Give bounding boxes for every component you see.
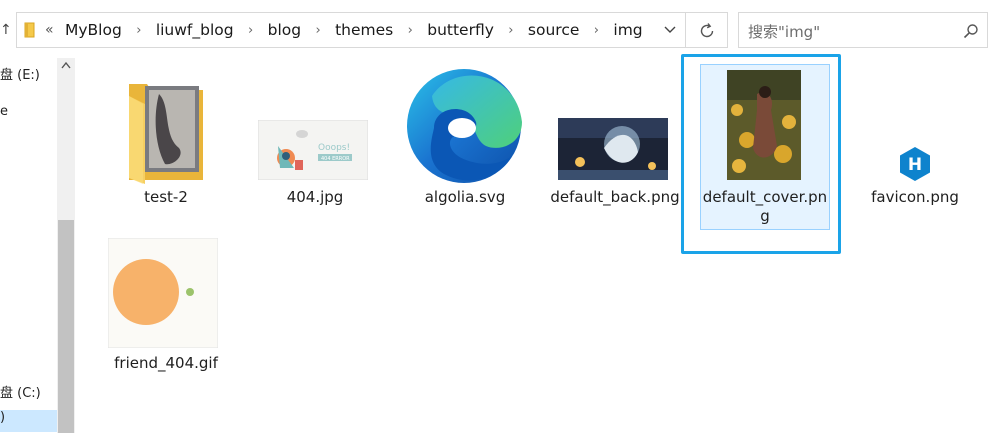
file-explorer-window: ↑ « MyBlog › liuwf_blog › blog › themes … bbox=[0, 0, 988, 433]
hexo-logo-icon: H bbox=[900, 147, 930, 181]
refresh-button[interactable] bbox=[686, 12, 728, 48]
file-name: default_back.png bbox=[550, 188, 680, 206]
folder-icon bbox=[129, 84, 203, 184]
file-item-gif[interactable]: friend_404.gif bbox=[101, 236, 231, 386]
hexo-letter: H bbox=[908, 155, 922, 175]
search-input[interactable]: 搜索"img" bbox=[748, 21, 820, 42]
folder-icon bbox=[24, 22, 35, 38]
breadcrumb-item-current[interactable]: img bbox=[613, 21, 642, 39]
address-bar[interactable]: « MyBlog › liuwf_blog › blog › themes › … bbox=[16, 12, 686, 48]
image-thumbnail-icon: Ooops! 404 ERROR bbox=[258, 120, 368, 180]
breadcrumb: MyBlog › liuwf_blog › blog › themes › bu… bbox=[65, 13, 643, 47]
overflow-chevron[interactable]: « bbox=[45, 20, 54, 40]
search-icon[interactable] bbox=[963, 23, 979, 39]
file-name: algolia.svg bbox=[424, 188, 506, 206]
breadcrumb-separator[interactable]: › bbox=[494, 23, 528, 38]
nav-item-drive-c[interactable]: 盘 (C:) bbox=[0, 382, 41, 401]
file-item-image[interactable]: default_back.png bbox=[550, 58, 680, 228]
navigation-pane: 盘 (E:) e 盘 (C:) ) bbox=[0, 58, 57, 433]
file-list: test-2 Ooops! 404 ERROR 404.jpg algolia.… bbox=[76, 54, 988, 433]
nav-scrollbar[interactable] bbox=[57, 58, 75, 433]
nav-item-drive-e[interactable]: 盘 (E:) bbox=[0, 64, 40, 83]
breadcrumb-separator[interactable]: › bbox=[393, 23, 427, 38]
breadcrumb-item[interactable]: butterfly bbox=[427, 21, 494, 39]
nav-item-truncated[interactable]: e bbox=[0, 104, 8, 119]
file-name: 404.jpg bbox=[286, 188, 344, 206]
breadcrumb-separator[interactable]: › bbox=[122, 23, 156, 38]
file-name: favicon.png bbox=[871, 188, 959, 206]
scroll-thumb[interactable] bbox=[58, 220, 74, 433]
image-thumbnail-icon bbox=[558, 118, 668, 180]
file-name: friend_404.gif bbox=[114, 354, 218, 372]
refresh-icon bbox=[700, 23, 714, 38]
nav-item-selected[interactable]: ) bbox=[0, 410, 57, 432]
search-box[interactable]: 搜索"img" bbox=[738, 12, 988, 48]
breadcrumb-item[interactable]: MyBlog bbox=[65, 21, 122, 39]
gif-thumbnail-icon bbox=[108, 238, 218, 348]
breadcrumb-item[interactable]: themes bbox=[335, 21, 393, 39]
breadcrumb-separator[interactable]: › bbox=[234, 23, 268, 38]
up-arrow-icon[interactable]: ↑ bbox=[0, 21, 10, 39]
file-name: default_cover.png bbox=[702, 188, 828, 225]
chevron-down-icon[interactable] bbox=[663, 22, 677, 36]
image-thumbnail-icon bbox=[727, 70, 801, 180]
ooops-text: Ooops! bbox=[318, 143, 350, 153]
breadcrumb-separator[interactable]: › bbox=[579, 23, 613, 38]
breadcrumb-item[interactable]: liuwf_blog bbox=[156, 21, 234, 39]
edge-browser-icon bbox=[407, 69, 522, 183]
file-item-folder[interactable]: test-2 bbox=[101, 58, 231, 218]
breadcrumb-item[interactable]: source bbox=[528, 21, 579, 39]
scroll-up-arrow-icon[interactable] bbox=[61, 61, 71, 69]
breadcrumb-separator[interactable]: › bbox=[301, 23, 335, 38]
file-item-image[interactable]: H favicon.png bbox=[850, 58, 980, 218]
error-code-text: 404 ERROR bbox=[321, 156, 350, 162]
file-item-image[interactable]: Ooops! 404 ERROR 404.jpg bbox=[250, 58, 380, 218]
file-name: test-2 bbox=[144, 188, 188, 206]
file-item-image-selected[interactable]: default_cover.png bbox=[700, 58, 830, 228]
address-toolbar: ↑ « MyBlog › liuwf_blog › blog › themes … bbox=[0, 0, 988, 58]
file-item-svg[interactable]: algolia.svg bbox=[400, 58, 530, 218]
breadcrumb-item[interactable]: blog bbox=[268, 21, 301, 39]
